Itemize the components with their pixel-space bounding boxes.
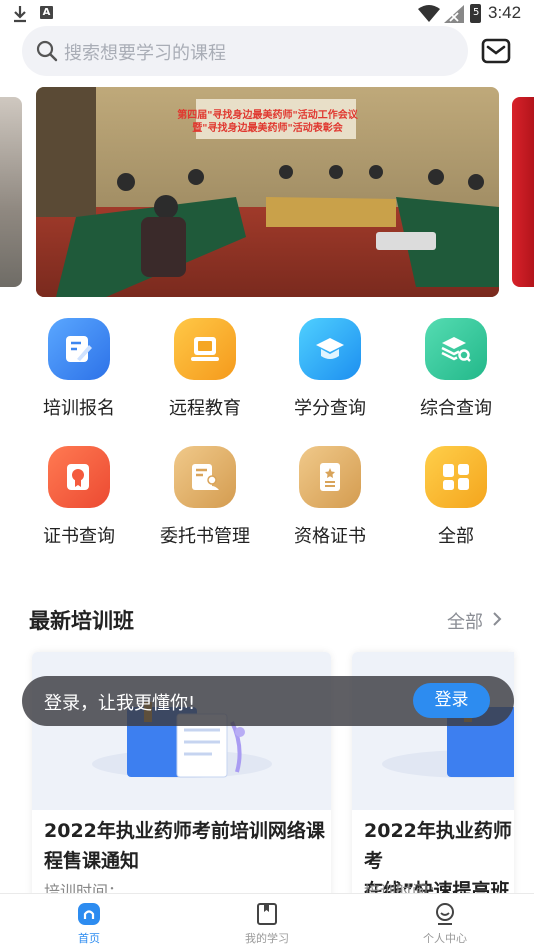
menu-qualification-certificate[interactable]: 资格证书 bbox=[267, 446, 393, 548]
signal-icon bbox=[444, 5, 464, 23]
login-button[interactable]: 登录 bbox=[413, 683, 490, 718]
download-icon bbox=[14, 6, 26, 23]
font-a-icon: A bbox=[40, 6, 53, 19]
search-input[interactable]: 搜索想要学习的课程 bbox=[22, 26, 468, 76]
battery-level: 5 bbox=[473, 7, 480, 18]
banner-caption-line2: 暨"寻找身边最美药师"活动表彰会 bbox=[192, 123, 343, 134]
menu-comprehensive-query[interactable]: 综合查询 bbox=[393, 318, 519, 420]
tab-label: 首页 bbox=[78, 932, 100, 945]
menu-label: 资格证书 bbox=[294, 526, 366, 547]
battery-icon: 5 bbox=[470, 4, 481, 23]
menu-all[interactable]: 全部 bbox=[393, 446, 519, 548]
banner-caption-line1: 第四届"寻找身边最美药师"活动工作会议 bbox=[177, 110, 358, 121]
course-title-line1: 2022年执业药师考前培训网络课 bbox=[44, 820, 325, 842]
status-time: 3:42 bbox=[488, 3, 522, 22]
see-all-link[interactable]: 全部 bbox=[447, 608, 483, 634]
menu-label: 委托书管理 bbox=[160, 526, 250, 547]
section-title: 最新培训班 bbox=[29, 609, 134, 633]
banner-caption: 第四届"寻找身边最美药师"活动工作会议 暨"寻找身边最美药师"活动表彰会 bbox=[36, 109, 499, 135]
certificate-icon bbox=[48, 446, 110, 508]
menu-label: 全部 bbox=[438, 526, 474, 547]
menu-label: 学分查询 bbox=[294, 398, 366, 419]
mail-icon[interactable] bbox=[481, 38, 511, 64]
wifi-icon bbox=[418, 5, 440, 22]
menu-power-of-attorney[interactable]: 委托书管理 bbox=[142, 446, 268, 548]
menu-remote-education[interactable]: 远程教育 bbox=[142, 318, 268, 420]
tab-profile[interactable]: 个人中心 bbox=[356, 894, 534, 950]
menu-credit-query[interactable]: 学分查询 bbox=[267, 318, 393, 420]
course-title: 2022年执业药师考前培训网络课 程售课通知 bbox=[44, 816, 325, 876]
grid-icon bbox=[425, 446, 487, 508]
search-placeholder: 搜索想要学习的课程 bbox=[64, 43, 226, 64]
menu-certificate-query[interactable]: 证书查询 bbox=[16, 446, 142, 548]
course-title-line2: 程售课通知 bbox=[44, 850, 140, 872]
layers-search-icon bbox=[425, 318, 487, 380]
tab-my-learning[interactable]: 我的学习 bbox=[178, 894, 356, 950]
chevron-right-icon[interactable] bbox=[492, 611, 502, 627]
tab-label: 个人中心 bbox=[423, 932, 467, 945]
toast-message: 登录，让我更懂你! bbox=[44, 693, 196, 714]
graduation-cap-icon bbox=[299, 318, 361, 380]
status-bar: A 5 3:42 bbox=[0, 0, 534, 28]
menu-label: 综合查询 bbox=[420, 398, 492, 419]
badge-document-icon bbox=[299, 446, 361, 508]
document-person-icon bbox=[174, 446, 236, 508]
search-icon bbox=[36, 40, 58, 62]
edit-icon bbox=[48, 318, 110, 380]
menu-training-signup[interactable]: 培训报名 bbox=[16, 318, 142, 420]
bottom-tab-bar: 首页 我的学习 个人中心 bbox=[0, 893, 534, 950]
home-icon bbox=[78, 903, 100, 925]
course-title-line1: 2022年执业药师考 bbox=[364, 820, 512, 872]
menu-label: 远程教育 bbox=[169, 398, 241, 419]
tab-label: 我的学习 bbox=[245, 932, 289, 945]
banner-image[interactable]: 第四届"寻找身边最美药师"活动工作会议 暨"寻找身边最美药师"活动表彰会 bbox=[36, 87, 499, 297]
user-icon bbox=[436, 903, 454, 925]
banner-next-slide[interactable] bbox=[512, 97, 534, 287]
login-prompt-toast: 登录，让我更懂你! 登录 bbox=[22, 676, 514, 726]
laptop-icon bbox=[174, 318, 236, 380]
tab-home[interactable]: 首页 bbox=[0, 894, 178, 950]
menu-label: 证书查询 bbox=[43, 526, 115, 547]
banner-prev-slide[interactable] bbox=[0, 97, 22, 287]
book-icon bbox=[257, 903, 277, 925]
menu-label: 培训报名 bbox=[43, 398, 115, 419]
